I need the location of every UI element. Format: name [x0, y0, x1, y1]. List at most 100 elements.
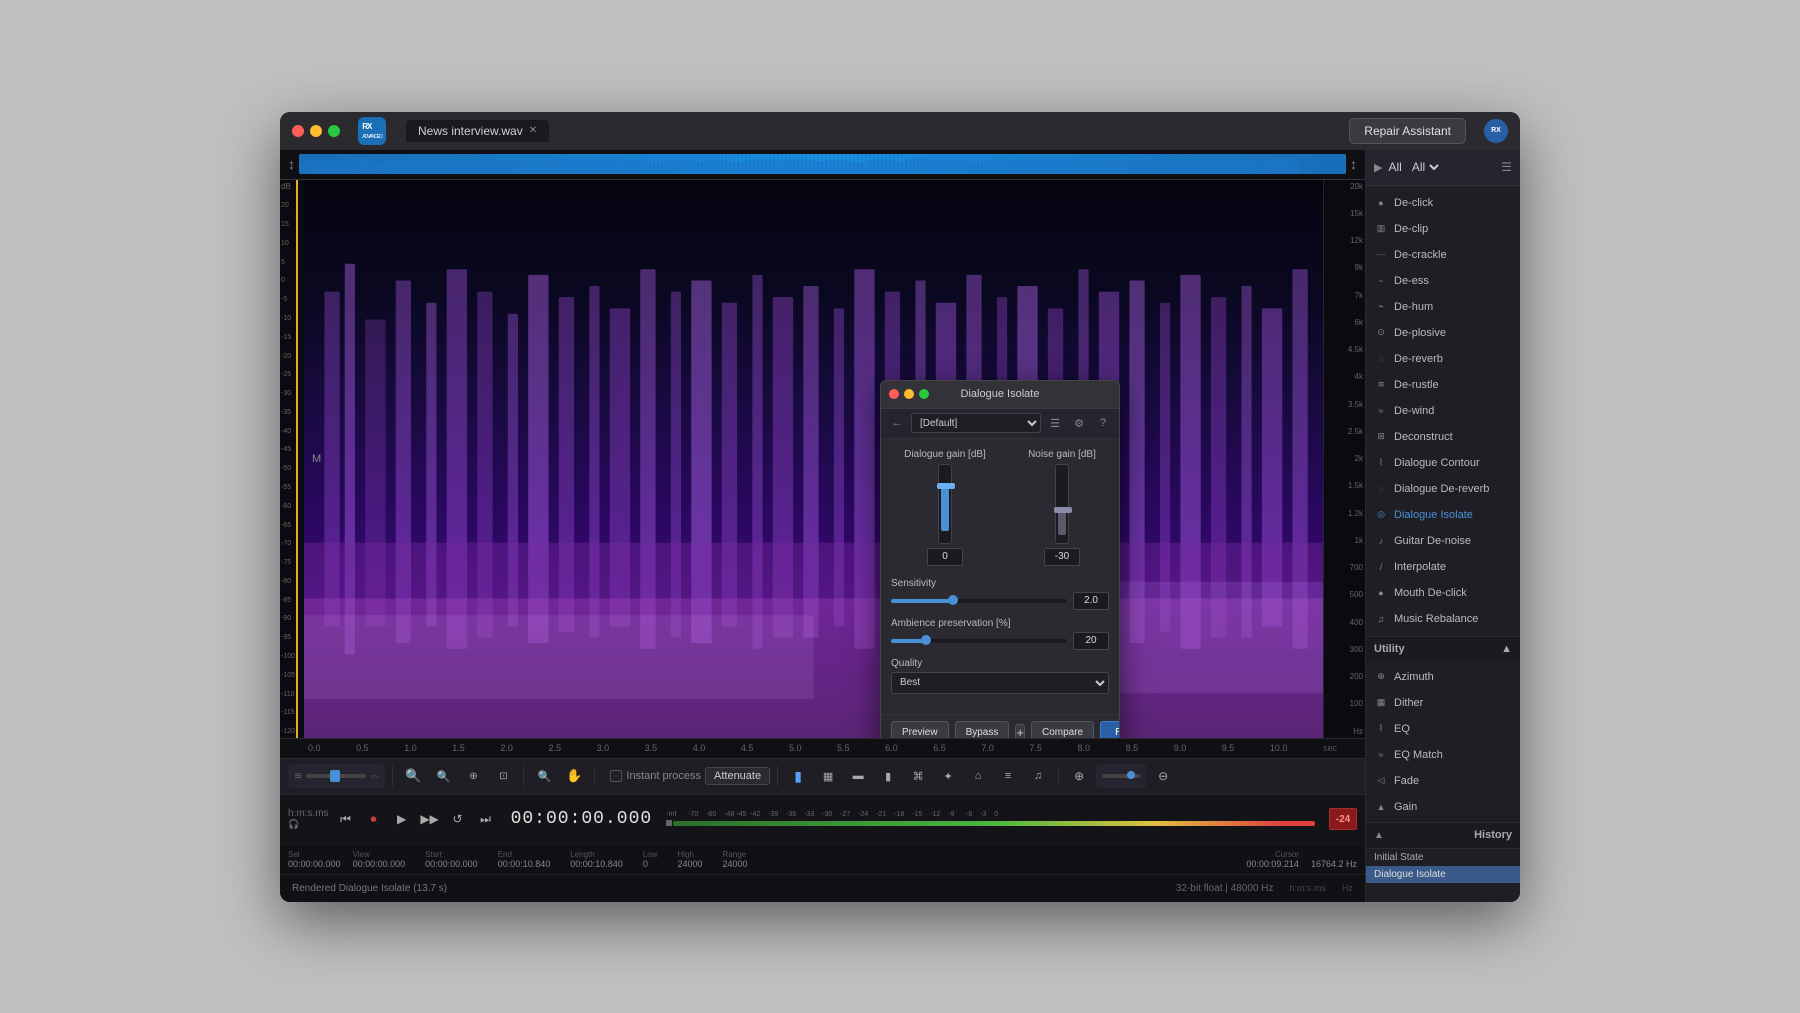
zoom-fit-button[interactable]: ⊕ [460, 763, 486, 789]
select-rect-button[interactable]: ▦ [815, 763, 841, 789]
zoom-plus-button[interactable]: ⊕ [1066, 763, 1092, 789]
sensitivity-thumb[interactable] [948, 595, 958, 605]
zoom-slider-container: ≋ 〰 [288, 764, 385, 788]
expand-icon[interactable]: ▶ [1374, 161, 1382, 174]
zoom-minus-button[interactable]: ⊖ [1150, 763, 1176, 789]
repair-assistant-button[interactable]: Repair Assistant [1349, 118, 1466, 144]
zoom-sel-button[interactable]: ⊡ [490, 763, 516, 789]
panel-list-icon[interactable]: ☰ [1501, 160, 1512, 174]
module-item-eq-match[interactable]: ≈ EQ Match [1366, 742, 1520, 768]
module-item-dither[interactable]: ▦ Dither [1366, 690, 1520, 716]
module-item-dialogue-contour[interactable]: ⌇ Dialogue Contour [1366, 450, 1520, 476]
brush-button[interactable]: ⌂ [965, 763, 991, 789]
noise-gain-slider[interactable] [1055, 464, 1069, 544]
module-item-deconstruct[interactable]: ⊞ Deconstruct [1366, 424, 1520, 450]
overview-nav-right-icon[interactable]: ↕ [1346, 156, 1361, 172]
waveform-overview-bar[interactable] [299, 154, 1346, 174]
lasso-button[interactable]: ⌘ [905, 763, 931, 789]
module-item-azimuth[interactable]: ⊕ Azimuth [1366, 664, 1520, 690]
preview-button[interactable]: Preview [891, 721, 949, 738]
overview-nav-left-icon[interactable]: ↕ [284, 156, 299, 172]
sensitivity-value[interactable]: 2.0 [1073, 592, 1109, 610]
dialogue-gain-thumb[interactable] [937, 483, 955, 489]
module-item-de-reverb[interactable]: ◌ De-reverb [1366, 346, 1520, 372]
preset-menu-icon[interactable]: ☰ [1045, 413, 1065, 433]
module-item-mouth-de-click[interactable]: ● Mouth De-click [1366, 580, 1520, 606]
utility-section-header[interactable]: Utility ▲ [1366, 636, 1520, 662]
zoom-slider[interactable] [306, 774, 366, 778]
zoom-out-button[interactable]: 🔍 [430, 763, 456, 789]
dialogue-gain-slider[interactable] [938, 464, 952, 544]
freq-axis: 20k 15k 12k 9k 7k 6k 4.5k 4k 3.5k 2.5k 2… [1323, 180, 1365, 738]
module-item-de-wind[interactable]: ≈ De-wind [1366, 398, 1520, 424]
instant-process-checkbox[interactable] [610, 770, 622, 782]
magic-wand-button[interactable]: ✦ [935, 763, 961, 789]
attenuate-button[interactable]: Attenuate [705, 767, 770, 785]
noise-gain-value[interactable]: -30 [1044, 548, 1080, 566]
render-button[interactable]: Render [1100, 721, 1120, 738]
zoom-slider-2[interactable] [1096, 764, 1146, 788]
module-item-de-clip[interactable]: ▥ De-clip [1366, 216, 1520, 242]
module-item-de-crackle[interactable]: ⋯ De-crackle [1366, 242, 1520, 268]
noise-gain-thumb[interactable] [1054, 507, 1072, 513]
ambience-row: Ambience preservation [%] 20 [891, 618, 1109, 650]
bypass-button[interactable]: Bypass [955, 721, 1010, 738]
skip-end-button[interactable]: ⏭ [475, 808, 497, 830]
module-item-de-plosive[interactable]: ⊙ De-plosive [1366, 320, 1520, 346]
record-button[interactable]: ⏺ [363, 808, 385, 830]
quality-select[interactable]: Best [891, 672, 1109, 694]
module-item-fade[interactable]: ◁ Fade [1366, 768, 1520, 794]
skip-start-button[interactable]: ⏮ [335, 808, 357, 830]
module-item-de-ess[interactable]: ~ De-ess [1366, 268, 1520, 294]
module-item-dialogue-de-reverb[interactable]: ◌ Dialogue De-reverb [1366, 476, 1520, 502]
ambience-thumb[interactable] [921, 635, 931, 645]
modal-fullscreen-button[interactable] [919, 389, 929, 399]
fullscreen-button[interactable] [328, 125, 340, 137]
add-button[interactable]: + [1015, 724, 1025, 738]
playhead[interactable] [296, 180, 298, 738]
module-item-spectral-de-noise[interactable]: ~ Spectral De-noise [1366, 632, 1520, 636]
history-up-icon[interactable]: ▲ [1374, 830, 1384, 841]
loop-button[interactable]: ↺ [447, 808, 469, 830]
compare-button[interactable]: Compare [1031, 721, 1094, 738]
history-item-dialogue-isolate[interactable]: Dialogue Isolate [1366, 866, 1520, 883]
module-item-interpolate[interactable]: / Interpolate [1366, 554, 1520, 580]
close-button[interactable] [292, 125, 304, 137]
all-select[interactable]: All [1408, 159, 1442, 175]
erase-button[interactable]: ≡ [995, 763, 1021, 789]
module-item-de-click[interactable]: ● De-click [1366, 190, 1520, 216]
module-item-gain[interactable]: ▲ Gain [1366, 794, 1520, 820]
help-icon[interactable]: ? [1093, 413, 1113, 433]
module-item-eq[interactable]: ⌇ EQ [1366, 716, 1520, 742]
zoom-thumb[interactable] [330, 770, 340, 782]
db-clip-indicator[interactable]: -24 [1329, 808, 1357, 830]
module-item-music-rebalance[interactable]: ♫ Music Rebalance [1366, 606, 1520, 632]
ambience-value[interactable]: 20 [1073, 632, 1109, 650]
settings-icon[interactable]: ⚙ [1069, 413, 1089, 433]
zoom-freq-in-button[interactable]: 🔍 [531, 763, 557, 789]
select-freq-button[interactable]: ▮ [875, 763, 901, 789]
selection-color-button[interactable]: ▮ [785, 763, 811, 789]
play-loop-button[interactable]: ▶▶ [419, 808, 441, 830]
modal-minimize-button[interactable] [904, 389, 914, 399]
modal-back-button[interactable]: ← [887, 413, 907, 433]
preset-select[interactable]: [Default] [911, 413, 1041, 433]
tab-close-icon[interactable]: ✕ [529, 125, 537, 136]
pencil-button[interactable]: ♫ [1025, 763, 1051, 789]
minimize-button[interactable] [310, 125, 322, 137]
pan-tool-button[interactable]: ✋ [561, 763, 587, 789]
sensitivity-slider[interactable] [891, 599, 1067, 603]
dialogue-gain-value[interactable]: 0 [927, 548, 963, 566]
zoom-in-button[interactable]: 🔍 [400, 763, 426, 789]
module-item-de-rustle[interactable]: ≋ De-rustle [1366, 372, 1520, 398]
play-button[interactable]: ▶ [391, 808, 413, 830]
select-time-button[interactable]: ▬ [845, 763, 871, 789]
module-item-guitar-de-noise[interactable]: ♪ Guitar De-noise [1366, 528, 1520, 554]
file-tab[interactable]: News interview.wav ✕ [406, 120, 549, 142]
module-item-dialogue-isolate[interactable]: ◎ Dialogue Isolate [1366, 502, 1520, 528]
history-item-initial[interactable]: Initial State [1366, 849, 1520, 866]
eq-label: EQ [1394, 723, 1410, 735]
module-item-de-hum[interactable]: ⌁ De-hum [1366, 294, 1520, 320]
ambience-slider[interactable] [891, 639, 1067, 643]
modal-close-button[interactable] [889, 389, 899, 399]
